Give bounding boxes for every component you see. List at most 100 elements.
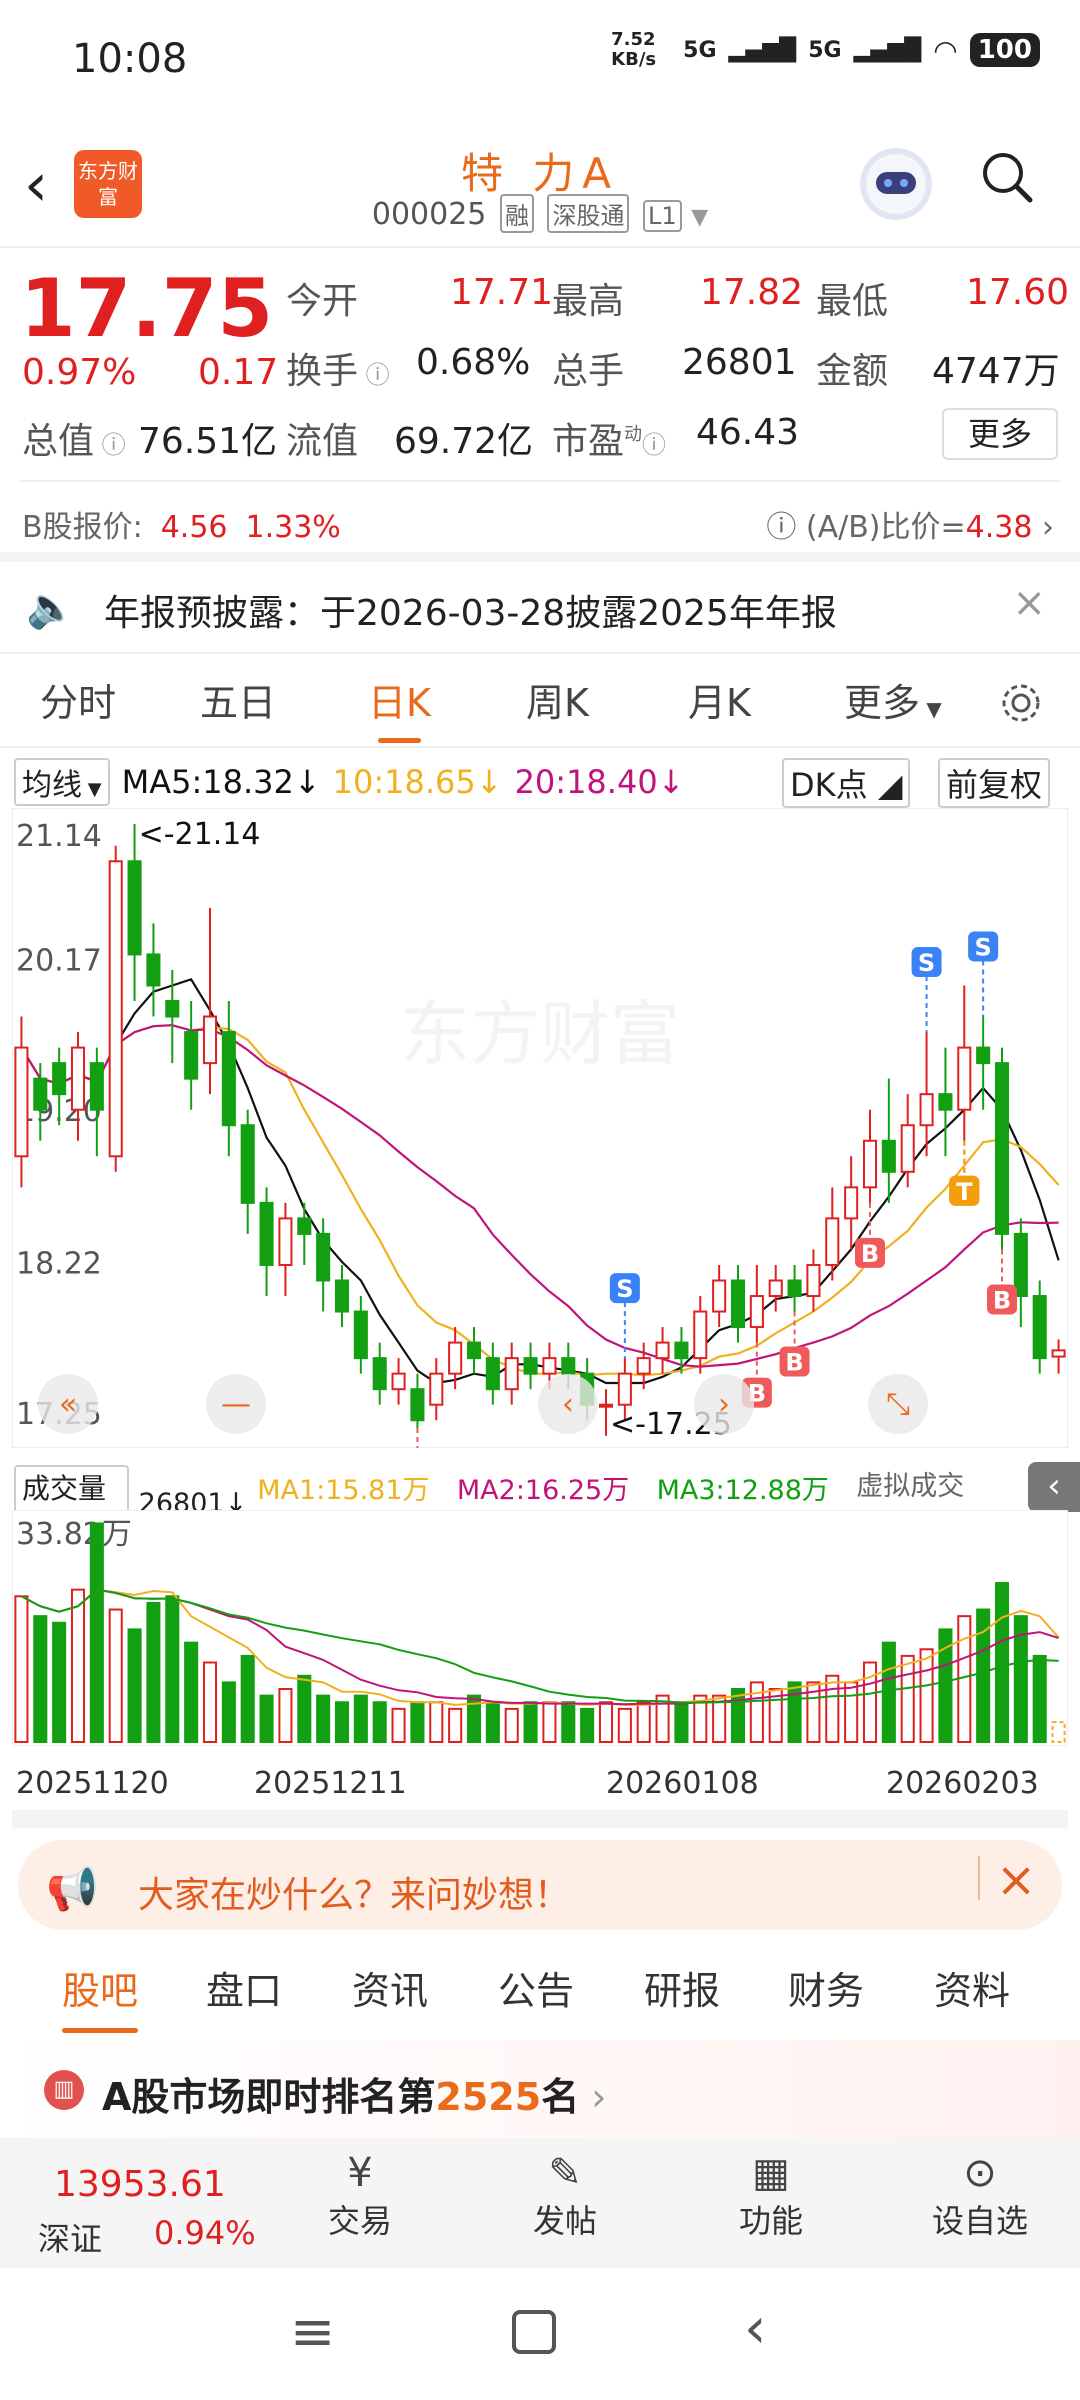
home-icon[interactable] bbox=[512, 2310, 556, 2354]
volume-bar bbox=[1051, 1721, 1066, 1743]
add-watchlist-button[interactable]: ⊙ 设自选 bbox=[920, 2150, 1040, 2242]
ma-type-button[interactable]: 均线 ▼ bbox=[14, 758, 110, 806]
y-tick-label: 20.17 bbox=[16, 944, 102, 979]
low-value: 17.60 bbox=[966, 272, 1070, 313]
candlestick-chart[interactable]: 东方财富21.1420.1719.2018.2217.25<-21.14<-17… bbox=[12, 808, 1068, 1448]
volume-label: 总手 bbox=[552, 351, 625, 392]
pe-label: 市盈动ⓘ bbox=[552, 421, 667, 462]
tab-finance[interactable]: 财务 bbox=[788, 1960, 864, 2015]
candle-body bbox=[89, 1062, 104, 1111]
functions-button[interactable]: ▦ 功能 bbox=[726, 2150, 816, 2242]
index-value[interactable]: 13953.61 bbox=[54, 2164, 226, 2205]
volume-bar bbox=[448, 1707, 463, 1743]
info-icon: ⓘ bbox=[358, 361, 390, 389]
tab-research[interactable]: 研报 bbox=[644, 1960, 720, 2015]
chart-control-icon: — bbox=[221, 1387, 251, 1422]
candle-body bbox=[806, 1263, 821, 1298]
candle-body bbox=[466, 1341, 482, 1360]
candle-body bbox=[919, 1093, 934, 1127]
content-tabs: 股吧 盘口 资讯 公告 研报 财务 资料 bbox=[0, 1960, 1080, 2040]
volume-bar bbox=[259, 1694, 274, 1743]
pe-value: 46.43 bbox=[696, 412, 800, 453]
bshare-label: B股报价: bbox=[22, 510, 143, 545]
candle-body bbox=[410, 1388, 425, 1422]
menu-icon[interactable]: ≡ bbox=[290, 2300, 335, 2363]
volume-value: 26801 bbox=[682, 342, 797, 383]
tab-weekly-k[interactable]: 周K bbox=[526, 672, 589, 727]
candle-body bbox=[108, 860, 123, 1158]
float-value: 69.72亿 bbox=[394, 421, 534, 462]
candle-body bbox=[994, 1062, 1010, 1235]
candle-body bbox=[523, 1357, 538, 1375]
dk-button[interactable]: DK点 ◢ bbox=[782, 758, 911, 808]
volume-bar bbox=[674, 1701, 689, 1744]
open-label: 今开 bbox=[286, 281, 359, 322]
close-icon[interactable]: × bbox=[1012, 580, 1046, 626]
y-tick-label: 21.14 bbox=[16, 819, 102, 854]
signal-icon-2: ▂▄▆█ bbox=[853, 37, 922, 63]
edit-icon: ✎ bbox=[548, 2150, 582, 2196]
volume-chart[interactable]: 33.82万 bbox=[12, 1510, 1068, 1746]
trade-button[interactable]: ¥ 交易 bbox=[320, 2150, 400, 2242]
ma10-value: 10:18.65↓ bbox=[332, 763, 503, 801]
ask-text[interactable]: 大家在炒什么？来问妙想！ bbox=[138, 1866, 570, 1918]
collapse-panel-button[interactable]: ‹ bbox=[1028, 1462, 1080, 1512]
more-quote-button[interactable]: 更多 bbox=[942, 408, 1058, 460]
candle-body bbox=[825, 1217, 840, 1266]
volume-bar bbox=[580, 1707, 595, 1743]
notice-text[interactable]: 年报预披露：于2026-03-28披露2025年年报 bbox=[104, 584, 837, 636]
speaker-icon: 🔈 bbox=[26, 585, 76, 631]
change-amount: 0.17 bbox=[198, 352, 279, 393]
signal-t-label: T bbox=[956, 1178, 973, 1206]
wifi-icon: ◠ bbox=[933, 33, 958, 67]
rank-text[interactable]: A股市场即时排名第2525名 › bbox=[102, 2066, 606, 2121]
tab-monthly-k[interactable]: 月K bbox=[688, 672, 751, 727]
megaphone-icon: 📢 bbox=[46, 1864, 99, 1913]
bshare-line: B股报价: 4.56 1.33% bbox=[22, 502, 341, 546]
chart-control-icon: « bbox=[59, 1387, 77, 1422]
index-name[interactable]: 深证 bbox=[38, 2214, 102, 2260]
robot-assistant-icon[interactable] bbox=[860, 148, 932, 220]
candle-body bbox=[485, 1357, 500, 1391]
help-icon: ⓘ bbox=[766, 510, 806, 545]
candle-body bbox=[1013, 1232, 1028, 1298]
high-value: 17.82 bbox=[700, 272, 804, 313]
tab-orderbook[interactable]: 盘口 bbox=[206, 1960, 282, 2015]
close-icon[interactable]: × bbox=[996, 1852, 1036, 1908]
tab-5day[interactable]: 五日 bbox=[200, 672, 276, 727]
tab-daily-k[interactable]: 日K bbox=[368, 672, 431, 743]
yen-icon: ¥ bbox=[347, 2150, 373, 2196]
volume-bar bbox=[825, 1674, 840, 1743]
index-pct[interactable]: 0.94% bbox=[154, 2214, 256, 2252]
status-icons: 7.52 KB/s 5G ▂▄▆█ 5G ▂▄▆█ ◠ 100 bbox=[611, 30, 1040, 70]
post-button[interactable]: ✎ 发帖 bbox=[520, 2150, 610, 2242]
tab-news[interactable]: 资讯 bbox=[352, 1960, 428, 2015]
signal-s-label: S bbox=[918, 949, 935, 977]
amount-label: 金额 bbox=[816, 351, 889, 392]
tab-intraday[interactable]: 分时 bbox=[40, 672, 116, 727]
float-label: 流值 bbox=[286, 421, 359, 462]
volume-bar bbox=[749, 1681, 764, 1744]
chart-control-icon: › bbox=[718, 1387, 730, 1422]
volume-bar bbox=[1032, 1654, 1047, 1743]
search-icon[interactable] bbox=[980, 150, 1034, 204]
x-date-3: 20260108 bbox=[606, 1766, 759, 1801]
stock-code: 000025 bbox=[371, 197, 487, 232]
tab-announcements[interactable]: 公告 bbox=[498, 1960, 574, 2015]
tab-forum[interactable]: 股吧 bbox=[62, 1960, 139, 2033]
candle-body bbox=[957, 1046, 972, 1111]
candle-body bbox=[127, 860, 142, 956]
ab-ratio[interactable]: ⓘ (A/B)比价=4.38 › bbox=[766, 502, 1054, 546]
tab-profile[interactable]: 资料 bbox=[934, 1960, 1010, 2015]
y-tick-label: 18.22 bbox=[16, 1246, 102, 1281]
volume-bar bbox=[617, 1707, 632, 1743]
gear-icon[interactable] bbox=[996, 678, 1046, 728]
back-nav-icon[interactable]: ‹ bbox=[744, 2296, 766, 2361]
tab-more[interactable]: 更多 ▼ bbox=[844, 672, 942, 727]
dropdown-icon[interactable]: ▼ bbox=[691, 205, 708, 230]
adjust-button[interactable]: 前复权 bbox=[938, 758, 1051, 808]
x-date-1: 20251120 bbox=[16, 1766, 169, 1801]
more-icon: ⊙ bbox=[963, 2150, 997, 2196]
mcap-label: 总值 ⓘ bbox=[22, 421, 126, 462]
volume-bar bbox=[391, 1707, 406, 1743]
